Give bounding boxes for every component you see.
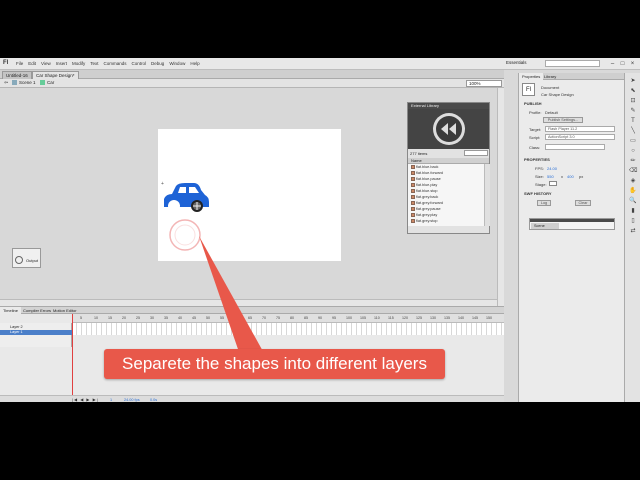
instruction-callout: Separete the shapes into different layer…	[104, 349, 445, 379]
callout-arrow	[199, 236, 265, 355]
